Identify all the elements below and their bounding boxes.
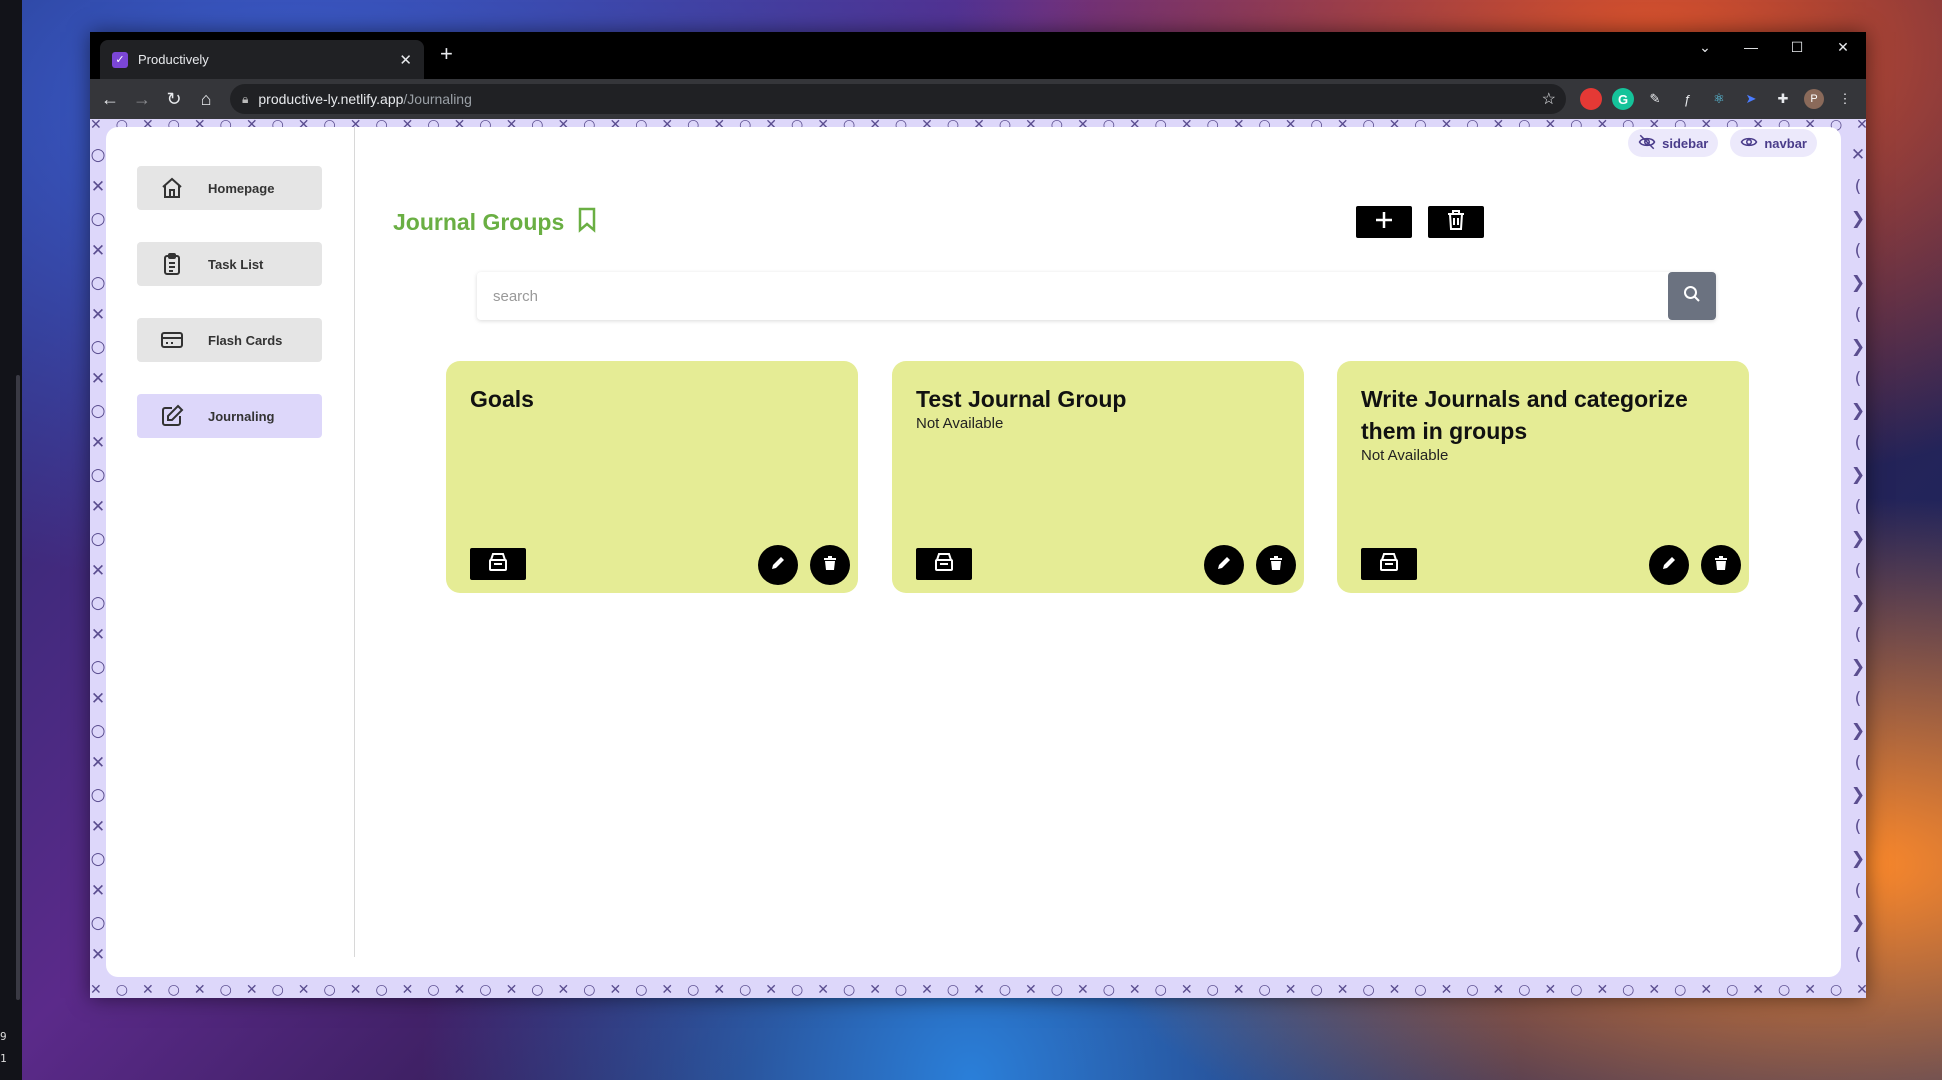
edit-icon — [159, 403, 185, 429]
edit-card-button[interactable] — [758, 545, 798, 585]
window-controls: ⌄ — ☐ ✕ — [1682, 32, 1866, 62]
bookmark-star-icon[interactable]: ☆ — [1542, 89, 1556, 109]
border-pattern-left: ○ ✕ ○ ✕ ○ ✕ ○ ✕ ○ ✕ ○ ✕ ○ ✕ ○ ✕ ○ ✕ ○ ✕ ○ ✕ ○ ✕ ○ ✕ — [90, 145, 106, 965]
sidebar-item-homepage[interactable]: Homepage — [137, 166, 322, 210]
tab-close-icon[interactable]: ✕ — [399, 51, 412, 69]
url-path: /Journaling — [403, 91, 472, 107]
navbar-toggle-button[interactable]: navbar — [1730, 129, 1817, 157]
react-devtools-icon[interactable]: ⚛ — [1708, 88, 1730, 110]
extension-red-icon[interactable] — [1580, 88, 1602, 110]
home-icon — [159, 175, 185, 201]
card-subtitle: Not Available — [1361, 447, 1449, 464]
minimize-button[interactable]: — — [1728, 32, 1774, 62]
sidebar-item-task-list[interactable]: Task List — [137, 242, 322, 286]
extension-function-icon[interactable]: ƒ — [1676, 88, 1698, 110]
delete-all-button[interactable] — [1428, 206, 1484, 238]
border-pattern-bottom: ✕○✕○✕○✕○✕○✕○✕○✕○✕○✕○✕○✕○✕○✕○✕○✕○✕○✕○✕○✕○… — [90, 982, 1866, 998]
journal-group-card[interactable]: Test Journal Group Not Available — [892, 361, 1304, 593]
url-field[interactable]: 🔒︎ productive-ly.netlify.app/Journaling … — [230, 84, 1566, 114]
url-host: productive-ly.netlify.app — [258, 91, 404, 107]
lock-icon[interactable]: 🔒︎ — [242, 92, 248, 107]
trash-icon — [1447, 209, 1465, 235]
sidebar-toggle-label: sidebar — [1662, 135, 1709, 151]
sidebar-item-label: Task List — [208, 256, 264, 272]
app-page: Homepage Task List Flash Cards Journalin… — [106, 127, 1841, 977]
sidebar-item-label: Flash Cards — [208, 332, 283, 348]
os-left-strip: 9 1 — [0, 0, 22, 1080]
pencil-icon — [1216, 555, 1232, 576]
tab-search-icon[interactable]: ⌄ — [1682, 32, 1728, 62]
delete-card-button[interactable] — [810, 545, 850, 585]
eye-icon — [1740, 133, 1758, 154]
browser-menu-icon[interactable]: ⋮ — [1834, 88, 1856, 110]
extension-pen-icon[interactable]: ✎ — [1644, 88, 1666, 110]
pencil-icon — [1661, 555, 1677, 576]
grammarly-icon[interactable]: G — [1612, 88, 1634, 110]
browser-tab[interactable]: ✓ Productively ✕ — [100, 40, 424, 79]
edit-card-button[interactable] — [1204, 545, 1244, 585]
forward-button[interactable]: → — [126, 89, 158, 110]
address-bar: ← → ↻ ⌂ 🔒︎ productive-ly.netlify.app/Jou… — [90, 79, 1866, 119]
extension-arrow-icon[interactable]: ➤ — [1740, 88, 1762, 110]
trash-icon — [1270, 555, 1282, 575]
page-heading: Journal Groups — [393, 207, 598, 238]
card-title: Write Journals and categorize them in gr… — [1361, 386, 1688, 444]
search-bar: search — [477, 272, 1716, 320]
close-window-button[interactable]: ✕ — [1820, 32, 1866, 62]
plus-icon — [1375, 211, 1393, 234]
card-title: Test Journal Group — [916, 386, 1127, 412]
extensions-puzzle-icon[interactable]: ✚ — [1772, 88, 1794, 110]
sidebar-item-journaling[interactable]: Journaling — [137, 394, 322, 438]
archive-icon — [934, 552, 954, 576]
open-archive-button[interactable] — [470, 548, 526, 580]
delete-card-button[interactable] — [1256, 545, 1296, 585]
tab-strip: ✓ Productively ✕ + ⌄ — ☐ ✕ — [90, 32, 1866, 79]
add-group-button[interactable] — [1356, 206, 1412, 238]
page-viewport: ✕○✕○✕○✕○✕○✕○✕○✕○✕○✕○✕○✕○✕○✕○✕○✕○✕○✕○✕○✕○… — [90, 119, 1866, 998]
sidebar-item-label: Journaling — [208, 408, 275, 424]
open-archive-button[interactable] — [1361, 548, 1417, 580]
edit-card-button[interactable] — [1649, 545, 1689, 585]
search-button[interactable] — [1668, 272, 1716, 320]
view-toggles: sidebar navbar — [1628, 129, 1817, 157]
trash-icon — [1715, 555, 1727, 575]
journal-group-card[interactable]: Write Journals and categorize them in gr… — [1337, 361, 1749, 593]
page-title: Journal Groups — [393, 209, 565, 235]
bookmark-icon — [576, 207, 598, 238]
search-icon — [1683, 285, 1701, 308]
scroll-indicator — [16, 375, 20, 1000]
pencil-icon — [770, 555, 786, 576]
delete-card-button[interactable] — [1701, 545, 1741, 585]
navbar-toggle-label: navbar — [1764, 135, 1807, 151]
profile-avatar[interactable]: P — [1804, 89, 1824, 109]
sidebar-item-label: Homepage — [208, 180, 275, 196]
sidebar: Homepage Task List Flash Cards Journalin… — [106, 127, 355, 957]
extensions-area: G ✎ ƒ ⚛ ➤ ✚ P ⋮ — [1580, 88, 1856, 110]
browser-window: ✓ Productively ✕ + ⌄ — ☐ ✕ ← → ↻ ⌂ 🔒︎ pr… — [90, 32, 1866, 998]
search-input[interactable]: search — [477, 272, 1668, 320]
new-tab-button[interactable]: + — [440, 41, 453, 67]
archive-icon — [488, 552, 508, 576]
home-button[interactable]: ⌂ — [190, 89, 222, 110]
open-archive-button[interactable] — [916, 548, 972, 580]
journal-group-card[interactable]: Goals — [446, 361, 858, 593]
sidebar-item-flash-cards[interactable]: Flash Cards — [137, 318, 322, 362]
card-subtitle: Not Available — [916, 415, 1004, 432]
reload-button[interactable]: ↻ — [158, 89, 190, 110]
card-icon — [159, 327, 185, 353]
clock-text-2: 1 — [0, 1052, 7, 1065]
maximize-button[interactable]: ☐ — [1774, 32, 1820, 62]
clipboard-icon — [159, 251, 185, 277]
trash-icon — [824, 555, 836, 575]
clock-text-1: 9 — [0, 1030, 7, 1043]
tab-title: Productively — [138, 52, 209, 67]
border-pattern-right: ✕(❯(❯(❯(❯(❯(❯(❯(❯(❯(❯(❯(❯( — [1850, 145, 1866, 965]
card-title: Goals — [470, 386, 534, 412]
favicon-check-icon: ✓ — [112, 51, 128, 68]
back-button[interactable]: ← — [94, 89, 126, 110]
sidebar-toggle-button[interactable]: sidebar — [1628, 129, 1719, 157]
eye-off-icon — [1638, 133, 1656, 154]
archive-icon — [1379, 552, 1399, 576]
